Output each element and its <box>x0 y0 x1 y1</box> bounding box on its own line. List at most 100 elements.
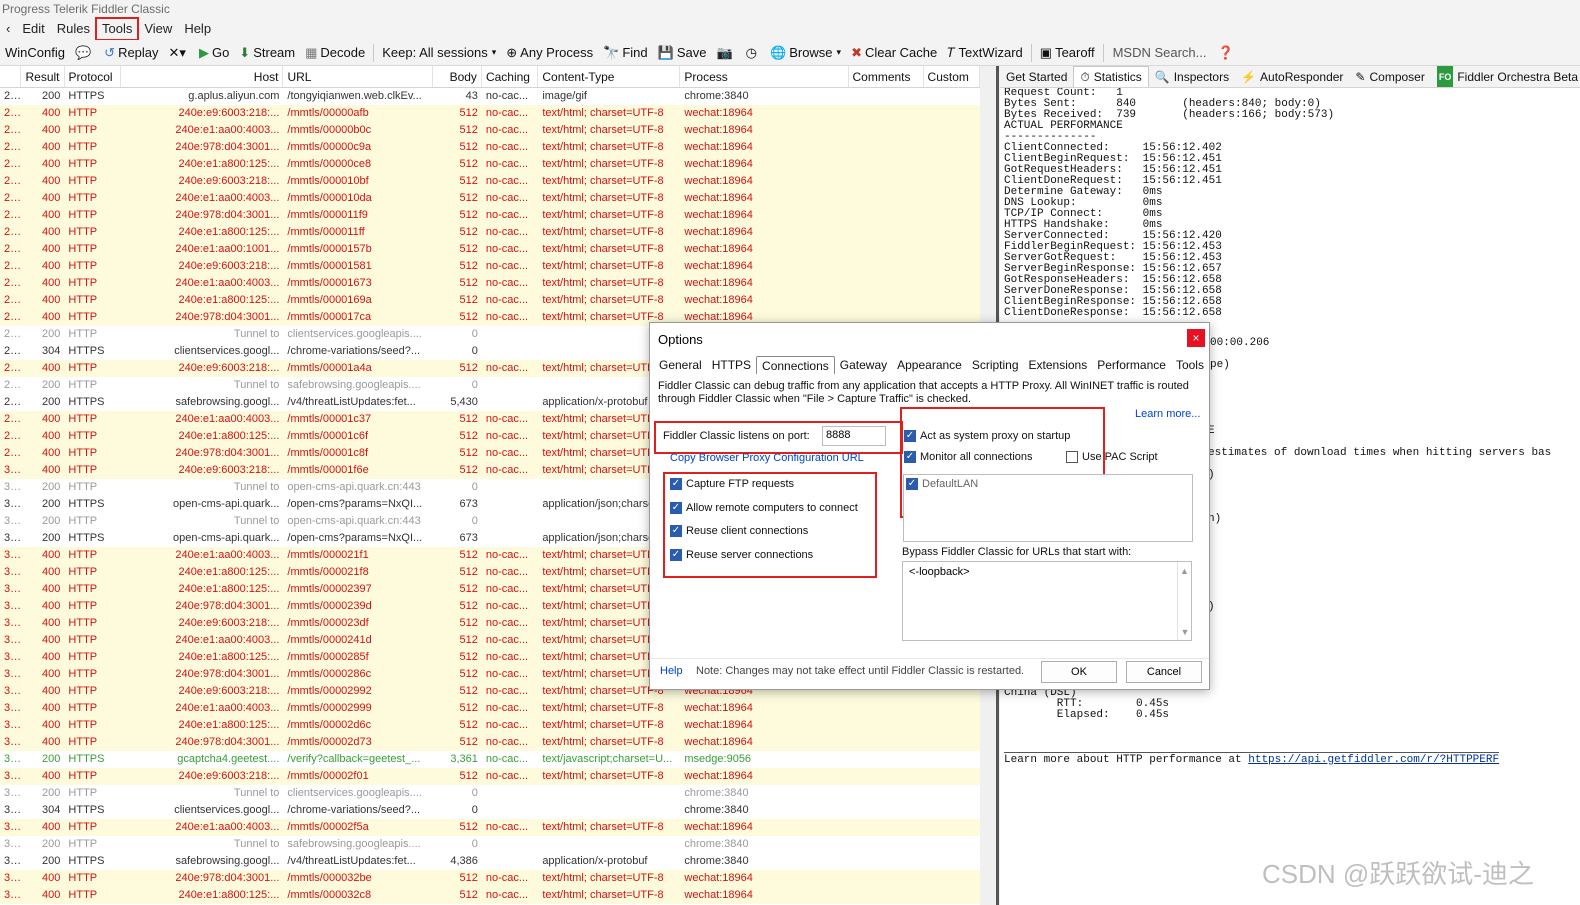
tab-performance[interactable]: Performance <box>1092 356 1171 374</box>
table-row[interactable]: 2... 400 HTTP 240e:e1:a800:125:... /mmtls/00… <box>0 292 980 309</box>
table-row[interactable]: 2... 400 HTTP 240e:e1:aa00:4003... /mmtls/00… <box>0 275 980 292</box>
tab-general[interactable]: General <box>654 356 707 374</box>
menu-file-partial[interactable]: ‹ <box>0 18 16 40</box>
save-button[interactable]: 💾 Save <box>653 41 712 65</box>
tab-https[interactable]: HTTPS <box>707 356 756 374</box>
browse-button[interactable]: 🌐 Browse ▾ <box>765 41 846 65</box>
bypass-textarea[interactable]: <-loopback> ▲ ▼ <box>902 561 1192 641</box>
http-perf-link[interactable]: https://api.getfiddler.com/r/?HTTPPERF <box>1248 754 1499 766</box>
winconfig-button[interactable]: WinConfig <box>0 41 70 65</box>
column-header-comments[interactable]: Comments <box>849 66 924 87</box>
cell-empty <box>849 819 924 836</box>
replay-button[interactable]: ↺ Replay <box>99 41 163 65</box>
table-row[interactable]: 2... 400 HTTP 240e:e1:aa00:4003... /mmtls/00… <box>0 190 980 207</box>
screenshot-button[interactable]: 📷 <box>711 41 740 65</box>
tab-connections[interactable]: Connections <box>756 356 835 374</box>
menu-help[interactable]: Help <box>178 18 217 40</box>
stream-button[interactable]: ⬇ Stream <box>234 41 300 65</box>
help-button[interactable]: ❓ <box>1213 41 1242 65</box>
find-button[interactable]: 🔭 Find <box>598 41 652 65</box>
msdn-search-input[interactable]: MSDN Search... <box>1107 45 1213 60</box>
monitor-all-checkbox[interactable]: ✓ Monitor all connections <box>904 451 1033 464</box>
ok-button[interactable]: OK <box>1041 661 1117 683</box>
copy-proxy-config-link[interactable]: Copy Browser Proxy Configuration URL <box>670 452 864 464</box>
table-row[interactable]: 3... 400 HTTP 240e:978:d04:3001... /mmtls/00… <box>0 734 980 751</box>
help-link[interactable]: Help <box>660 665 683 677</box>
table-row[interactable]: 3... 200 HTTPS gcaptcha4.geetest.... /verify… <box>0 751 980 768</box>
menu-tools[interactable]: Tools <box>94 17 140 41</box>
tab-fiddler-orchestra[interactable]: FO Fiddler Orchestra Beta <box>1431 66 1580 87</box>
capture-ftp-checkbox[interactable]: ✓ Capture FTP requests <box>670 478 794 491</box>
decode-button[interactable]: ▦ Decode <box>300 41 370 65</box>
table-row[interactable]: 3... 304 HTTPS clientservices.googl... /chro… <box>0 802 980 819</box>
table-row[interactable]: 3... 200 HTTP Tunnel to safebrowsing.googlea… <box>0 836 980 853</box>
table-row[interactable]: 2... 400 HTTP 240e:978:d04:3001... /mmtls/00… <box>0 139 980 156</box>
tab-tools[interactable]: Tools <box>1171 356 1209 374</box>
table-row[interactable]: 2... 400 HTTP 240e:e9:6003:218:... /mmtls/00… <box>0 173 980 190</box>
scroll-down-icon[interactable]: ▼ <box>1178 627 1192 637</box>
menu-view[interactable]: View <box>138 18 178 40</box>
table-row[interactable]: 3... 200 HTTPS safebrowsing.googl... /v4/thr… <box>0 853 980 870</box>
tearoff-button[interactable]: ▣ Tearoff <box>1035 41 1100 65</box>
timer-button[interactable]: ◷ <box>741 41 765 65</box>
table-row[interactable]: 2... 200 HTTPS g.aplus.aliyun.com/tongyiqia… <box>0 88 980 105</box>
connections-list[interactable]: ✓ DefaultLAN <box>903 474 1193 542</box>
any-process-button[interactable]: ⊕ Any Process <box>501 41 598 65</box>
tab-statistics[interactable]: ⏱ Statistics <box>1073 66 1149 87</box>
column-header-result[interactable]: Result <box>21 66 65 87</box>
tab-gateway[interactable]: Gateway <box>835 356 892 374</box>
table-row[interactable]: 3... 200 HTTP Tunnel to clientservices.googl… <box>0 785 980 802</box>
tab-extensions[interactable]: Extensions <box>1024 356 1093 374</box>
lan-item[interactable]: ✓ DefaultLAN <box>906 478 978 491</box>
reuse-server-checkbox[interactable]: ✓ Reuse server connections <box>670 549 813 562</box>
column-header-url[interactable]: URL <box>283 66 433 87</box>
tab-appearance[interactable]: Appearance <box>892 356 967 374</box>
table-row[interactable]: 3... 400 HTTP 240e:e9:6003:218:... /mmtls/00… <box>0 768 980 785</box>
tab-autoresponder[interactable]: ⚡ AutoResponder <box>1235 66 1349 87</box>
scroll-up-icon[interactable]: ▲ <box>1178 566 1191 576</box>
table-row[interactable]: 3... 400 HTTP 240e:e1:aa00:4003... /mmtls/00… <box>0 819 980 836</box>
table-row[interactable]: 3... 400 HTTP 240e:e1:aa00:4003... /mmtls/00… <box>0 700 980 717</box>
textwizard-button[interactable]: 𝑇 TextWizard <box>942 41 1028 65</box>
column-header-body[interactable]: Body <box>433 66 482 87</box>
table-row[interactable]: 2... 400 HTTP 240e:e1:a800:125:... /mmtls/00… <box>0 224 980 241</box>
column-header-process[interactable]: Process <box>680 66 849 87</box>
act-system-proxy-checkbox[interactable]: ✓ Act as system proxy on startup <box>904 430 1070 443</box>
cell-protocol: HTTP <box>68 821 98 833</box>
column-header-custom[interactable]: Custom <box>924 66 980 87</box>
table-row[interactable]: 3... 400 HTTP 240e:978:d04:3001... /mmtls/00… <box>0 870 980 887</box>
table-row[interactable]: 2... 400 HTTP 240e:e9:6003:218:... /mmtls/00… <box>0 258 980 275</box>
cancel-button[interactable]: Cancel <box>1126 661 1202 683</box>
port-input[interactable]: 8888 <box>822 426 886 446</box>
tab-scripting[interactable]: Scripting <box>967 356 1024 374</box>
table-row[interactable]: 2... 400 HTTP 240e:e1:a800:125:... /mmtls/00… <box>0 156 980 173</box>
tab-inspectors[interactable]: 🔍 Inspectors <box>1149 66 1235 87</box>
close-button[interactable]: × <box>1187 329 1205 347</box>
clear-cache-button[interactable]: ✖ Clear Cache <box>846 41 942 65</box>
tab-composer[interactable]: ✎ Composer <box>1349 66 1430 87</box>
remove-button[interactable]: ✕▾ <box>164 41 194 65</box>
column-header-content-type[interactable]: Content-Type <box>538 66 681 87</box>
menu-rules[interactable]: Rules <box>51 18 96 40</box>
table-row[interactable]: 3... 400 HTTP 240e:e1:a800:125:... /mmtls/00… <box>0 717 980 734</box>
menu-edit[interactable]: Edit <box>16 18 50 40</box>
tearoff-label: Tearoff <box>1055 45 1095 60</box>
bypass-scrollbar[interactable]: ▲ ▼ <box>1177 562 1191 640</box>
column-header-caching[interactable]: Caching <box>482 66 539 87</box>
reuse-client-checkbox[interactable]: ✓ Reuse client connections <box>670 525 808 538</box>
table-row[interactable]: 2... 400 HTTP 240e:e1:aa00:1001... /mmtls/00… <box>0 241 980 258</box>
keep-sessions-dropdown[interactable]: Keep: All sessions ▾ <box>377 41 501 65</box>
go-button[interactable]: ▶ Go <box>194 41 234 65</box>
learn-more-link[interactable]: Learn more... <box>1135 408 1200 420</box>
column-header-host[interactable]: Host <box>121 66 284 87</box>
table-row[interactable]: 2... 400 HTTP 240e:e9:6003:218:... /mmtls/00… <box>0 105 980 122</box>
tab-get-started[interactable]: Get Started <box>1000 66 1073 87</box>
comment-button[interactable]: 💬 <box>70 41 99 65</box>
table-row[interactable]: 3... 400 HTTP 240e:e1:a800:125:... /mmtls/00… <box>0 887 980 904</box>
table-row[interactable]: 2... 400 HTTP 240e:e1:aa00:4003... /mmtls/00… <box>0 122 980 139</box>
allow-remote-checkbox[interactable]: ✓ Allow remote computers to connect <box>670 502 858 515</box>
table-row[interactable]: 2... 400 HTTP 240e:978:d04:3001... /mmtls/00… <box>0 207 980 224</box>
column-header-protocol[interactable]: Protocol <box>65 66 121 87</box>
use-pac-checkbox[interactable]: Use PAC Script <box>1066 451 1158 464</box>
column-header-id[interactable] <box>0 66 22 87</box>
